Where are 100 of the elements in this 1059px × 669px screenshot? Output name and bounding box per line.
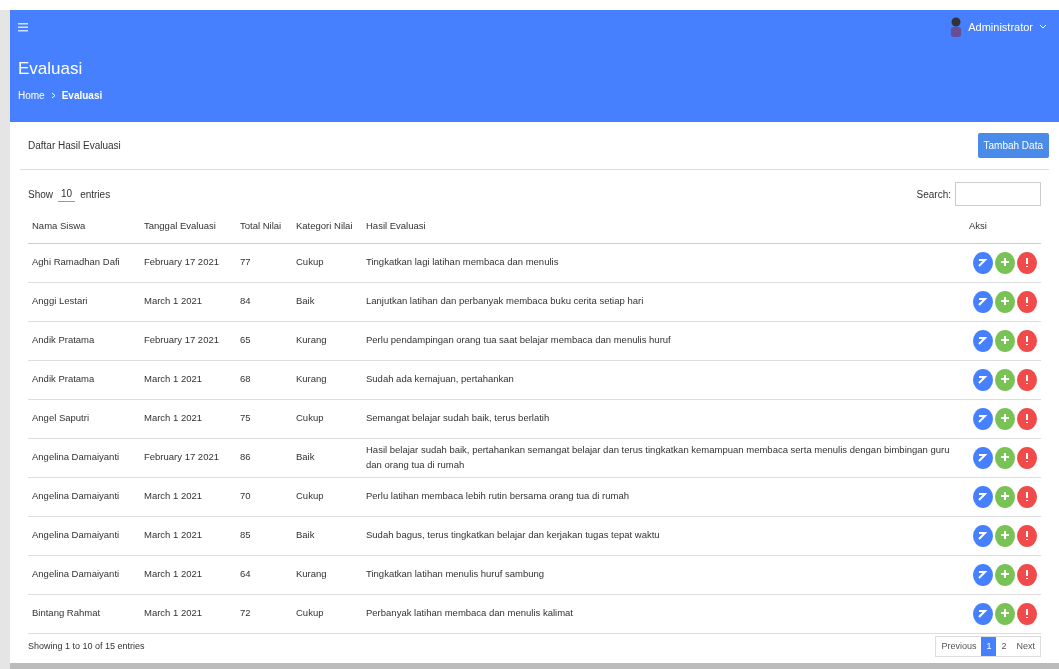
column-header[interactable]: Aksi [965, 210, 1041, 243]
edit-icon[interactable] [973, 329, 993, 352]
plus-icon[interactable] [995, 251, 1015, 274]
plus-icon[interactable] [995, 563, 1015, 586]
table-cell: Angelina Damaiyanti [28, 438, 140, 477]
table-cell: Kurang [292, 321, 362, 360]
column-header[interactable]: Hasil Evaluasi [362, 210, 965, 243]
table-cell: March 1 2021 [140, 399, 236, 438]
alert-icon[interactable] [1017, 485, 1037, 508]
table-cell: 65 [236, 321, 292, 360]
table-cell: Angelina Damaiyanti [28, 555, 140, 594]
table-cell: 77 [236, 243, 292, 282]
card-title: Daftar Hasil Evaluasi [28, 139, 121, 153]
table-cell: Baik [292, 438, 362, 477]
table-cell: 64 [236, 555, 292, 594]
edit-icon[interactable] [973, 251, 993, 274]
plus-icon[interactable] [995, 290, 1015, 313]
table-cell: Kurang [292, 555, 362, 594]
edit-icon[interactable] [973, 407, 993, 430]
page-button[interactable]: 1 [981, 636, 997, 656]
table-cell: 85 [236, 516, 292, 555]
table-cell: Perbanyak latihan membaca dan menulis kalimat [362, 594, 965, 633]
page-button[interactable]: Next [1011, 636, 1040, 656]
plus-icon[interactable] [995, 368, 1015, 391]
search-label: Search: [916, 187, 951, 202]
table-cell: March 1 2021 [140, 477, 236, 516]
table-cell: Kurang [292, 360, 362, 399]
alert-icon[interactable] [1017, 446, 1037, 469]
edit-icon[interactable] [973, 563, 993, 586]
table-cell: March 1 2021 [140, 516, 236, 555]
column-header[interactable]: Total Nilai [236, 210, 292, 243]
alert-icon[interactable] [1017, 290, 1037, 313]
plus-icon[interactable] [995, 485, 1015, 508]
table-cell: Hasil belajar sudah baik, pertahankan semangat belajar dan terus tingkatkan kemampuan membaca serta menulis dengan bimbingan guru dan orang tua di rumah [362, 438, 965, 477]
page-button[interactable]: Previous [936, 636, 982, 656]
table-cell: February 17 2021 [140, 243, 236, 282]
search-field[interactable] [955, 182, 1041, 206]
table-cell: Perlu latihan membaca lebih rutin bersama orang tua di rumah [362, 477, 965, 516]
table-cell: Tingkatkan latihan menulis huruf sambung [362, 555, 965, 594]
table-cell: 84 [236, 282, 292, 321]
table-cell: Sudah bagus, terus tingkatkan belajar dan kerjakan tugas tepat waktu [362, 516, 965, 555]
alert-icon[interactable] [1017, 602, 1037, 625]
table-cell: Anggi Lestari [28, 282, 140, 321]
table-cell: Andik Pratama [28, 360, 140, 399]
table-cell: Bintang Rahmat [28, 594, 140, 633]
edit-icon[interactable] [973, 602, 993, 625]
table-cell: 86 [236, 438, 292, 477]
table-cell: Sudah ada kemajuan, pertahankan [362, 360, 965, 399]
plus-icon[interactable] [995, 602, 1015, 625]
column-header[interactable]: Nama Siswa [28, 210, 140, 243]
table-cell: March 1 2021 [140, 360, 236, 399]
table-cell: Perlu pendampingan orang tua saat belajar membaca dan menulis huruf [362, 321, 965, 360]
breadcrumb-link[interactable]: Home [18, 87, 45, 103]
plus-icon[interactable] [995, 446, 1015, 469]
table-cell: February 17 2021 [140, 321, 236, 360]
table-cell: 75 [236, 399, 292, 438]
chevron-icon [50, 91, 56, 99]
alert-icon[interactable] [1017, 368, 1037, 391]
caret-icon[interactable] [1039, 24, 1047, 30]
table-cell: Angelina Damaiyanti [28, 516, 140, 555]
alert-icon[interactable] [1017, 251, 1037, 274]
table-cell: March 1 2021 [140, 594, 236, 633]
avatar-icon[interactable] [950, 16, 963, 38]
table-cell: Angelina Damaiyanti [28, 477, 140, 516]
plus-icon[interactable] [995, 524, 1015, 547]
table-cell: Semangat belajar sudah baik, terus berlatih [362, 399, 965, 438]
column-header[interactable]: Tanggal Evaluasi [140, 210, 236, 243]
table-cell: Cukup [292, 399, 362, 438]
alert-icon[interactable] [1017, 329, 1037, 352]
table-cell: March 1 2021 [140, 555, 236, 594]
table-cell: Angel Saputri [28, 399, 140, 438]
page-size-select[interactable]: 10 [58, 186, 76, 202]
alert-icon[interactable] [1017, 524, 1037, 547]
table-cell: Andik Pratama [28, 321, 140, 360]
entries-label: entries [80, 187, 111, 202]
plus-icon[interactable] [995, 407, 1015, 430]
edit-icon[interactable] [973, 485, 993, 508]
alert-icon[interactable] [1017, 563, 1037, 586]
table-cell: Baik [292, 282, 362, 321]
menu-icon[interactable] [18, 22, 28, 32]
table-cell: Cukup [292, 477, 362, 516]
breadcrumb-link[interactable]: Evaluasi [61, 87, 103, 103]
edit-icon[interactable] [973, 446, 993, 469]
table-cell: March 1 2021 [140, 282, 236, 321]
table-cell: Cukup [292, 243, 362, 282]
user-name[interactable]: Administrator [968, 18, 1033, 36]
alert-icon[interactable] [1017, 407, 1037, 430]
table-cell: February 17 2021 [140, 438, 236, 477]
column-header[interactable]: Kategori Nilai [292, 210, 362, 243]
table-cell: Baik [292, 516, 362, 555]
edit-icon[interactable] [973, 524, 993, 547]
table-cell: Lanjutkan latihan dan perbanyak membaca buku cerita setiap hari [362, 282, 965, 321]
table-cell: Tingkatkan lagi latihan membaca dan menulis [362, 243, 965, 282]
show-label: Show [28, 187, 53, 202]
edit-icon[interactable] [973, 290, 993, 313]
table-cell: 72 [236, 594, 292, 633]
plus-icon[interactable] [995, 329, 1015, 352]
edit-icon[interactable] [973, 368, 993, 391]
page-button[interactable]: 2 [996, 636, 1012, 656]
table-cell: 68 [236, 360, 292, 399]
